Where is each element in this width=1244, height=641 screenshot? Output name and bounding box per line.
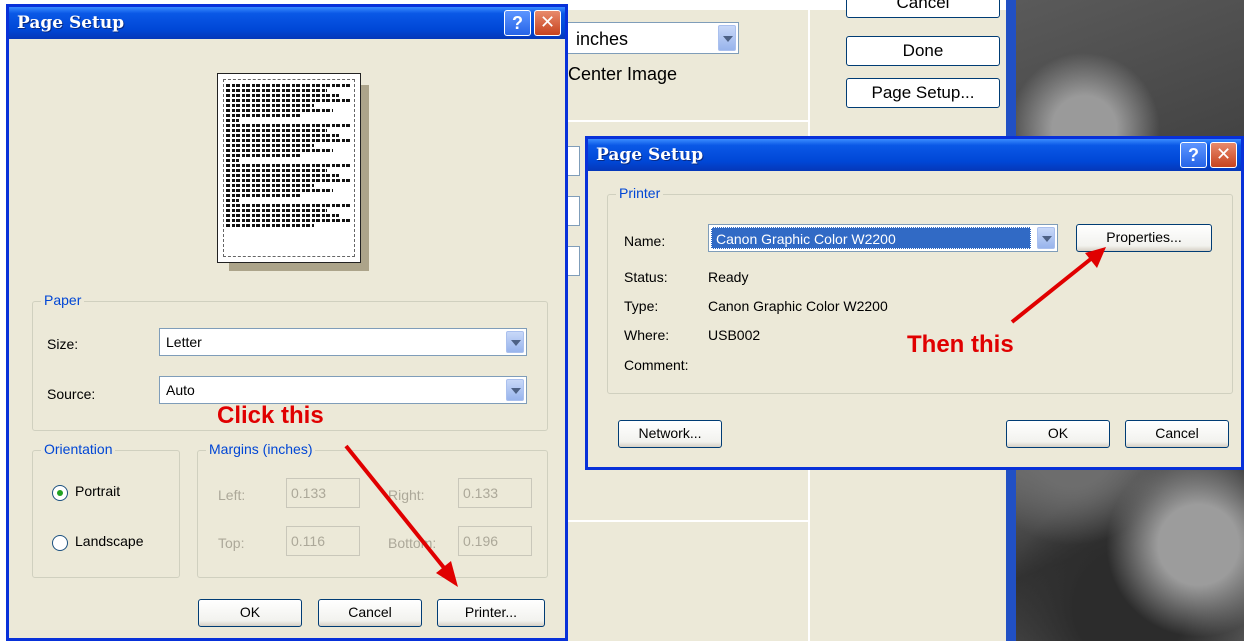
background-divider (565, 120, 808, 122)
dialog-title: Page Setup (596, 145, 704, 165)
cancel-button[interactable]: Cancel (318, 599, 422, 627)
properties-button[interactable]: Properties... (1076, 224, 1212, 252)
close-icon[interactable]: ✕ (1210, 142, 1237, 168)
background-cancel-button[interactable]: Cancel (846, 0, 1000, 18)
paper-group-title: Paper (41, 292, 85, 308)
top-margin-label: Top: (218, 535, 245, 551)
status-value: Ready (708, 269, 749, 285)
orientation-group-title: Orientation (41, 441, 116, 457)
page-preview-sheet (217, 73, 361, 263)
close-icon[interactable]: ✕ (534, 10, 561, 36)
ok-button[interactable]: OK (198, 599, 302, 627)
type-label: Type: (624, 298, 659, 314)
where-value: USB002 (708, 327, 761, 343)
center-image-checkbox-label[interactable]: Center Image (568, 64, 677, 85)
printer-name-dropdown[interactable]: Canon Graphic Color W2200 (708, 224, 1058, 252)
left-margin-field[interactable]: 0.133 (286, 478, 360, 508)
page-preview (217, 73, 371, 273)
printer-name-label: Name: (624, 233, 666, 249)
comment-label: Comment: (624, 357, 689, 373)
dialog-titlebar[interactable]: Page Setup ? ✕ (9, 7, 565, 39)
paper-source-dropdown[interactable]: Auto (159, 376, 527, 404)
source-label: Source: (47, 386, 96, 402)
help-icon[interactable]: ? (1180, 142, 1207, 168)
type-value: Canon Graphic Color W2200 (708, 298, 888, 314)
paper-size-value: Letter (166, 334, 202, 350)
dialog-titlebar[interactable]: Page Setup ? ✕ (588, 139, 1241, 171)
bottom-margin-field[interactable]: 0.196 (458, 526, 532, 556)
background-field[interactable] (566, 146, 580, 176)
portrait-radio[interactable] (52, 485, 68, 501)
right-margin-label: Right: (388, 487, 425, 503)
top-margin-field[interactable]: 0.116 (286, 526, 360, 556)
paper-source-value: Auto (166, 382, 195, 398)
dialog-title: Page Setup (17, 13, 125, 33)
status-label: Status: (624, 269, 668, 285)
chevron-down-icon[interactable] (1037, 227, 1055, 249)
printer-setup-dialog: Page Setup ? ✕ Printer Name: Canon Graph… (585, 136, 1244, 470)
help-icon[interactable]: ? (504, 10, 531, 36)
where-label: Where: (624, 327, 670, 343)
paper-size-dropdown[interactable]: Letter (159, 328, 527, 356)
margins-group: Margins (inches) Left: 0.133 Right: 0.13… (197, 441, 548, 578)
printer-button[interactable]: Printer... (437, 599, 545, 627)
margins-group-title: Margins (inches) (206, 441, 316, 457)
background-page-setup-button[interactable]: Page Setup... (846, 78, 1000, 108)
units-dropdown-value: inches (576, 29, 629, 49)
landscape-label[interactable]: Landscape (75, 533, 144, 549)
printer-group-title: Printer (616, 185, 664, 201)
then-this-annotation: Then this (907, 331, 1014, 358)
landscape-radio[interactable] (52, 535, 68, 551)
portrait-label[interactable]: Portrait (75, 483, 120, 499)
network-button[interactable]: Network... (618, 420, 722, 448)
background-field[interactable] (566, 196, 580, 226)
right-margin-field[interactable]: 0.133 (458, 478, 532, 508)
ok-button[interactable]: OK (1006, 420, 1110, 448)
page-preview-text (223, 79, 355, 257)
done-button[interactable]: Done (846, 36, 1000, 66)
orientation-group: Orientation Portrait Landscape (32, 441, 180, 578)
click-this-annotation: Click this (217, 402, 324, 429)
units-dropdown[interactable]: inches (565, 22, 739, 54)
left-margin-label: Left: (218, 487, 246, 503)
printer-name-value: Canon Graphic Color W2200 (711, 227, 1031, 249)
size-label: Size: (47, 336, 79, 352)
background-divider (565, 520, 808, 522)
background-field[interactable] (566, 246, 580, 276)
chevron-down-icon[interactable] (506, 331, 524, 353)
chevron-down-icon[interactable] (506, 379, 524, 401)
printer-group: Printer Name: Canon Graphic Color W2200 … (607, 185, 1233, 394)
chevron-down-icon[interactable] (718, 25, 736, 51)
bottom-margin-label: Bottom: (388, 535, 437, 551)
page-setup-dialog: Page Setup ? ✕ Paper Size: Letter Source… (6, 4, 568, 641)
cancel-button[interactable]: Cancel (1125, 420, 1229, 448)
